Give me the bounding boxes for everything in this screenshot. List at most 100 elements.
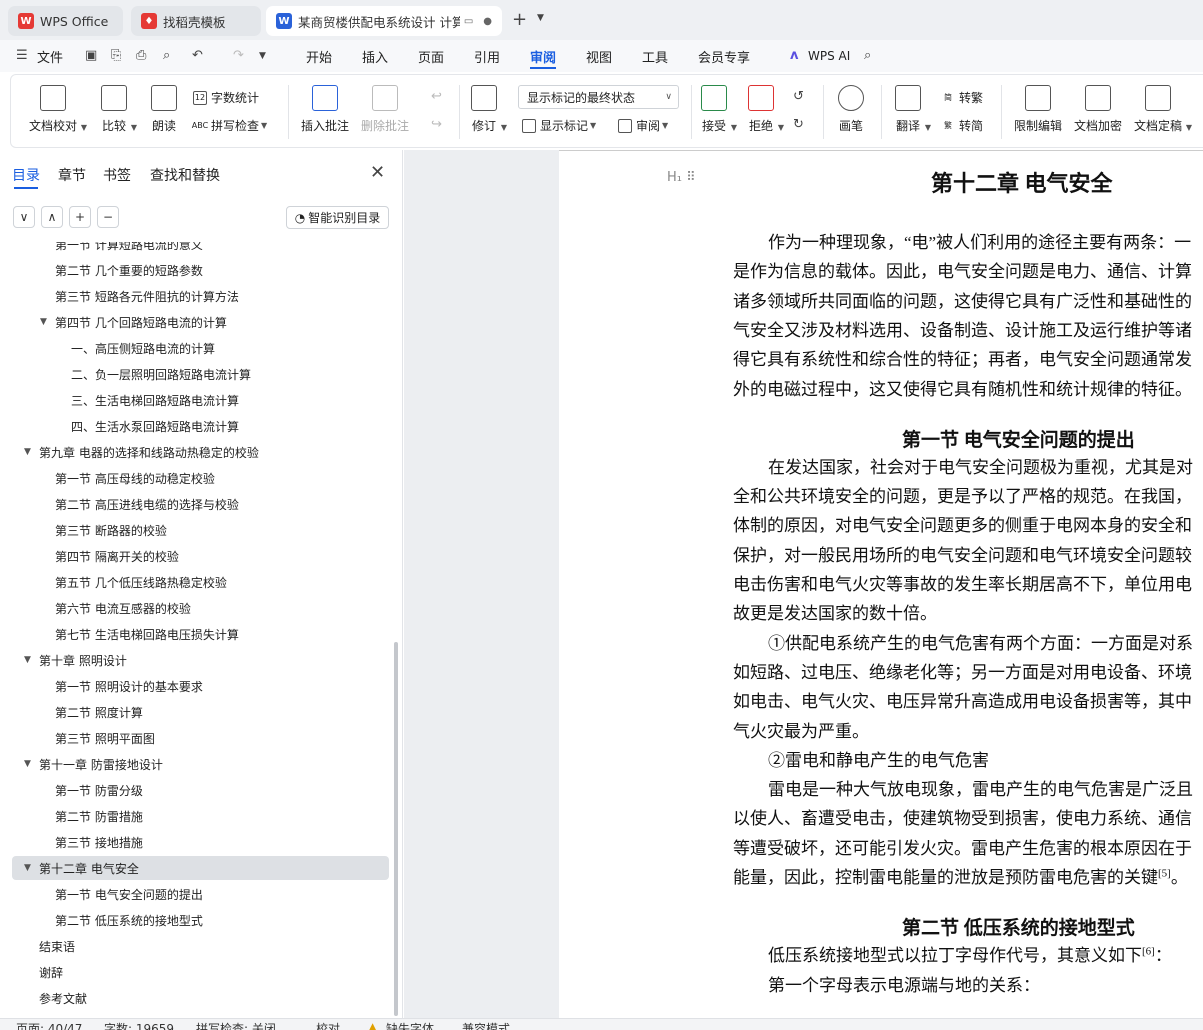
to-traditional-button[interactable]: 简转繁 [941,89,983,106]
menu-page[interactable]: 页面 [418,40,444,72]
tab-chapters[interactable]: 章节 [58,165,86,185]
menu-insert[interactable]: 插入 [362,40,388,72]
toc-item[interactable]: 第七节 生活电梯回路电压损失计算 [0,622,390,646]
word-count-indicator[interactable]: 字数: 19659 [104,1020,174,1030]
quick-access-more-icon[interactable]: ▼ [259,51,266,61]
print-icon[interactable]: ⎙ [136,48,146,63]
citation-ref[interactable]: [5] [1158,867,1171,879]
search-icon[interactable]: ⌕ [864,48,871,63]
prev-comment-icon[interactable]: ↩ [431,89,442,104]
proofread-button[interactable]: 文档校对 ▼ [29,85,87,134]
toc-item[interactable]: 第三节 照明平面图 [0,726,390,750]
undo-icon[interactable]: ↶ [192,48,203,63]
markup-mode-select[interactable]: 显示标记的最终状态 ∨ [518,85,679,109]
tab-find-replace[interactable]: 查找和替换 [150,165,220,185]
menu-view[interactable]: 视图 [586,40,612,72]
translate-button[interactable]: 翻译 ▼ [895,85,931,134]
citation-ref[interactable]: [6] [1142,946,1155,958]
toc-item[interactable]: 第一节 高压母线的动稳定校验 [0,466,390,490]
proof-status[interactable]: 校对 [316,1020,340,1030]
chevron-down-icon[interactable]: ▼ [537,13,544,23]
toc-item[interactable]: 第一节 计算短路电流的意义 [0,242,390,256]
insert-comment-button[interactable]: 插入批注 [301,85,349,134]
toc-item[interactable]: 第五节 几个低压线路热稳定校验 [0,570,390,594]
print-preview-icon[interactable]: ⌕ [163,48,170,63]
prev-change-icon[interactable]: ↺ [793,89,804,104]
toc-scrollbar[interactable] [394,642,398,1016]
spell-check-status[interactable]: 拼写检查: 关闭 [196,1020,276,1030]
read-aloud-button[interactable]: 朗读 [151,85,177,134]
menu-review[interactable]: 审阅 [530,40,557,72]
next-comment-icon[interactable]: ↪ [431,117,442,132]
toc-item[interactable]: 结束语 [0,934,390,958]
next-change-icon[interactable]: ↻ [793,117,804,132]
save-icon[interactable]: ▣ [85,48,97,63]
toc-item[interactable]: 第四节 隔离开关的校验 [0,544,390,568]
remove-heading-icon[interactable]: − [97,206,119,228]
expand-arrow-icon[interactable]: ▼ [40,317,47,327]
reject-button[interactable]: 拒绝 ▼ [748,85,784,134]
file-menu[interactable]: 文件 [37,40,63,72]
word-count-button[interactable]: 12 字数统计 [193,89,259,106]
toc-item[interactable]: 第一节 防雷分级 [0,778,390,802]
restrict-edit-button[interactable]: 限制编辑 [1014,85,1062,134]
wps-ai-button[interactable]: WPS AI [808,40,850,72]
accept-button[interactable]: 接受 ▼ [701,85,737,134]
heading-handle-icon[interactable]: H₁ ⠿ [667,170,696,185]
missing-font-status[interactable]: 缺失字体 [386,1020,434,1030]
toc-item[interactable]: 第二节 几个重要的短路参数 [0,258,390,282]
add-heading-icon[interactable]: + [69,206,91,228]
toc-item[interactable]: ▼ 第十一章 防雷接地设计 [0,752,390,776]
toc-item[interactable]: 第一节 电气安全问题的提出 [0,882,390,906]
redo-icon[interactable]: ↷ [233,48,244,63]
menu-member[interactable]: 会员专享 [698,40,750,72]
toc-item[interactable]: 第三节 短路各元件阻抗的计算方法 [0,284,390,308]
toc-item[interactable]: 谢辞 [0,960,390,984]
tab-templates[interactable]: ♦ 找稻壳模板 [131,6,261,36]
toc-item[interactable]: 第二节 低压系统的接地型式 [0,908,390,932]
expand-arrow-icon[interactable]: ▼ [24,447,31,457]
compare-button[interactable]: 比较 ▼ [101,85,137,134]
toc-item[interactable]: 四、生活水泵回路短路电流计算 [0,414,390,438]
unsaved-dot-icon[interactable]: ● [483,16,492,27]
toc-item[interactable]: ▼ 第九章 电器的选择和线路动热稳定的校验 [0,440,390,464]
spell-check-button[interactable]: ABC 拼写检查 ▼ [192,117,267,134]
delete-comment-button[interactable]: 删除批注 [361,85,409,134]
toc-item[interactable]: 第一节 照明设计的基本要求 [0,674,390,698]
tab-bookmarks[interactable]: 书签 [103,165,131,185]
tab-toc[interactable]: 目录 [12,165,40,185]
expand-arrow-icon[interactable]: ▼ [24,863,31,873]
tab-current-document[interactable]: W 某商贸楼供配电系统设计 计算 ▭ ● [266,6,502,36]
expand-arrow-icon[interactable]: ▼ [24,759,31,769]
toc-item[interactable]: ▼ 第十二章 电气安全 [12,856,389,880]
page-indicator[interactable]: 页面: 40/47 [16,1020,82,1030]
toc-item[interactable]: ▼ 第十章 照明设计 [0,648,390,672]
menu-reference[interactable]: 引用 [474,40,500,72]
show-markup-button[interactable]: 显示标记 ▼ [522,117,596,134]
smart-toc-button[interactable]: ◔ 智能识别目录 [286,206,389,229]
toc-item[interactable]: 第六节 电流互感器的校验 [0,596,390,620]
menu-tools[interactable]: 工具 [642,40,668,72]
encrypt-button[interactable]: 文档加密 [1074,85,1122,134]
revise-button[interactable]: 修订 ▼ [471,85,507,134]
toc-item[interactable]: 第二节 高压进线电缆的选择与校验 [0,492,390,516]
menu-start[interactable]: 开始 [306,40,332,72]
hamburger-menu-icon[interactable]: ☰ [16,48,28,63]
toc-item[interactable]: 参考文献 [0,986,390,1010]
expand-arrow-icon[interactable]: ▼ [24,655,31,665]
finalize-button[interactable]: 文档定稿 ▼ [1134,85,1192,134]
new-tab-button[interactable]: + [512,9,527,30]
toc-item[interactable]: 第二节 防雷措施 [0,804,390,828]
pen-button[interactable]: 画笔 [838,85,864,134]
toc-item[interactable]: ▼ 第四节 几个回路短路电流的计算 [0,310,390,334]
close-icon[interactable]: ✕ [370,162,385,183]
toc-item[interactable]: 三、生活电梯回路短路电流计算 [0,388,390,412]
tab-wps-office[interactable]: W WPS Office [8,6,123,36]
export-icon[interactable]: ⎘ [111,48,121,63]
toc-item[interactable]: 第三节 接地措施 [0,830,390,854]
review-pane-button[interactable]: 审阅 ▼ [618,117,668,134]
toc-item[interactable]: 一、高压侧短路电流的计算 [0,336,390,360]
expand-chevron-icon[interactable]: ∧ [41,206,63,228]
toc-item[interactable]: 二、负一层照明回路短路电流计算 [0,362,390,386]
to-simplified-button[interactable]: 繁转简 [941,117,983,134]
